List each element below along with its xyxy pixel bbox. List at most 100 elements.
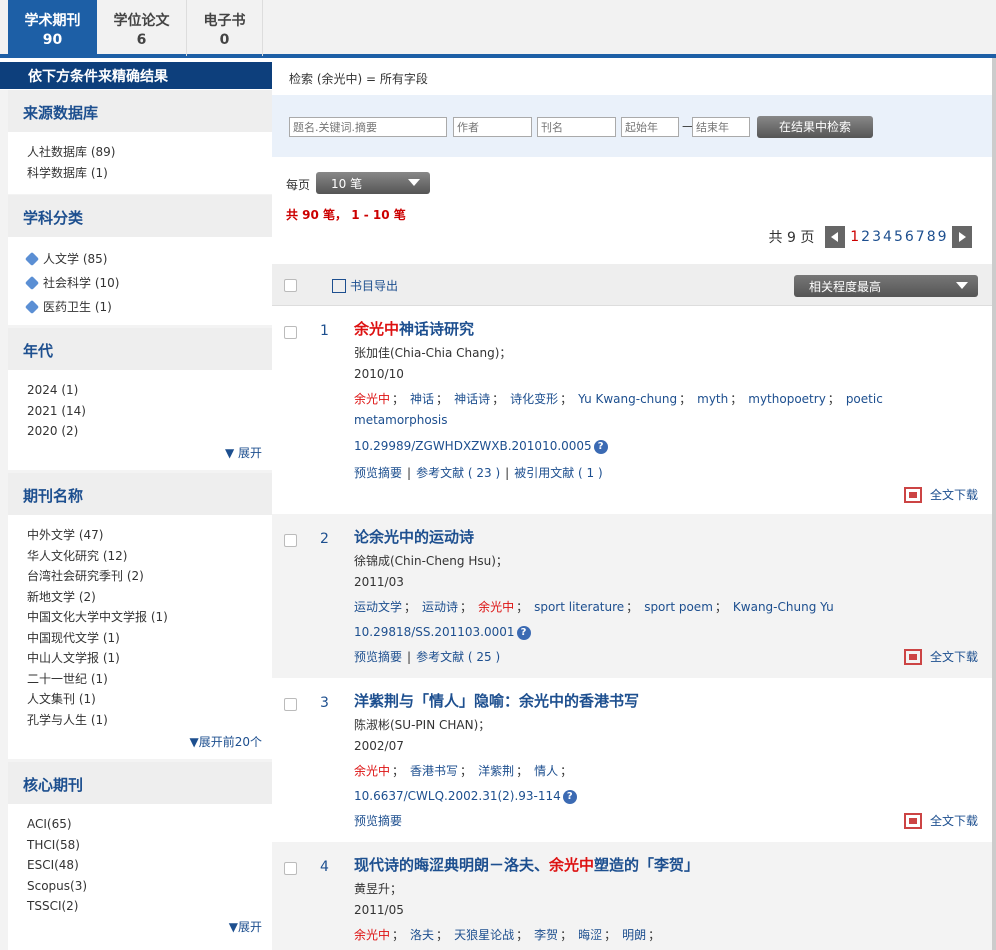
keyword-link[interactable]: 晦涩 <box>578 928 602 942</box>
tab-ebooks[interactable]: 电子书 0 <box>187 0 263 56</box>
keyword-link[interactable]: sport literature <box>534 600 624 614</box>
record-checkbox[interactable] <box>284 698 297 711</box>
record-checkbox[interactable] <box>284 534 297 547</box>
filter-item[interactable]: 科学数据库 (1) <box>27 163 272 184</box>
page-link[interactable]: 8 <box>927 229 936 245</box>
keyword-link[interactable]: poetic <box>846 392 883 406</box>
record-author[interactable]: 陈淑彬(SU-PIN CHAN)； <box>354 716 490 733</box>
page-link[interactable]: 5 <box>894 229 903 245</box>
filter-item[interactable]: ESCI(48) <box>27 855 272 876</box>
page-link[interactable]: 6 <box>905 229 914 245</box>
download-button[interactable]: 全文下载 <box>903 648 978 665</box>
filter-item[interactable]: 社会科学 (10) <box>24 273 272 297</box>
filter-item[interactable]: Scopus(3) <box>27 876 272 897</box>
keyword-link[interactable]: 神话 <box>410 392 434 406</box>
record-title[interactable]: 现代诗的晦涩典明朗－洛夫、余光中塑造的「李贺」 <box>354 854 699 875</box>
expand-link[interactable]: ▼展开前20个 <box>190 733 263 750</box>
record-title[interactable]: 洋紫荆与「情人」隐喻：余光中的香港书写 <box>354 690 639 711</box>
filter-item[interactable]: 二十一世纪 (1) <box>27 669 272 690</box>
page-link[interactable]: 9 <box>938 229 947 245</box>
references-link[interactable]: 参考文献 ( 25 ) <box>416 650 500 664</box>
keyword-link[interactable]: 李贺 <box>534 928 558 942</box>
keyword-link[interactable]: 余光中 <box>354 764 390 778</box>
keyword-link[interactable]: 余光中 <box>354 392 390 406</box>
keyword-link[interactable]: sport poem <box>644 600 713 614</box>
start-year-input[interactable] <box>621 117 679 137</box>
expand-link[interactable]: ▼ 展开 <box>225 444 262 461</box>
filter-item[interactable]: 2024 (1) <box>27 380 272 401</box>
per-page-select[interactable]: 10 笔 <box>316 172 430 194</box>
filter-item[interactable]: 人文学 (85) <box>24 249 272 273</box>
filter-item[interactable]: 台湾社会研究季刊 (2) <box>27 566 272 587</box>
record-title[interactable]: 论余光中的运动诗 <box>354 526 474 547</box>
keyword-link[interactable]: 洋紫荆 <box>478 764 514 778</box>
keyword-link[interactable]: 运动诗 <box>422 600 458 614</box>
select-all-checkbox[interactable] <box>284 279 297 292</box>
cited-by-link[interactable]: 被引用文献 ( 1 ) <box>514 466 602 480</box>
keyword-link[interactable]: 情人 <box>534 764 558 778</box>
filter-item[interactable]: 2021 (14) <box>27 401 272 422</box>
keyword-link[interactable]: 明朗 <box>622 928 646 942</box>
keyword-link[interactable]: 洛夫 <box>410 928 434 942</box>
end-year-input[interactable] <box>692 117 750 137</box>
tab-theses[interactable]: 学位论文 6 <box>97 0 187 56</box>
keyword-link[interactable]: Kwang-Chung Yu <box>733 600 834 614</box>
expand-link[interactable]: ▼展开 <box>229 918 262 935</box>
filter-item[interactable]: TSSCI(2) <box>27 896 272 917</box>
filter-item[interactable]: 中山人文学报 (1) <box>27 648 272 669</box>
keyword-link[interactable]: Yu Kwang-chung <box>578 392 677 406</box>
references-link[interactable]: 参考文献 ( 23 ) <box>416 466 500 480</box>
doi-link[interactable]: 10.29818/SS.201103.0001 <box>354 625 515 639</box>
filter-item[interactable]: 中外文学 (47) <box>27 525 272 546</box>
record-author[interactable]: 黄昱升； <box>354 880 402 897</box>
filter-item[interactable]: 2020 (2) <box>27 421 272 442</box>
filter-item[interactable]: 医药卫生 (1) <box>24 297 272 321</box>
page-link[interactable]: 3 <box>872 229 881 245</box>
help-icon[interactable]: ? <box>593 440 608 454</box>
page-link[interactable]: 4 <box>883 229 892 245</box>
download-button[interactable]: 全文下载 <box>903 812 978 829</box>
abstract-link[interactable]: 预览摘要 <box>354 650 402 664</box>
keyword-input[interactable] <box>289 117 447 137</box>
filter-item[interactable]: 中国现代文学 (1) <box>27 628 272 649</box>
sort-select[interactable]: 相关程度最高 <box>794 275 978 297</box>
page-link[interactable]: 7 <box>916 229 925 245</box>
tab-journals[interactable]: 学术期刊 90 <box>8 0 97 56</box>
help-icon[interactable]: ? <box>516 626 531 640</box>
filter-item[interactable]: 中国文化大学中文学报 (1) <box>27 607 272 628</box>
filter-item[interactable]: 新地文学 (2) <box>27 587 272 608</box>
keyword-link[interactable]: 运动文学 <box>354 600 402 614</box>
filter-item[interactable]: 华人文化研究 (12) <box>27 546 272 567</box>
page-link[interactable]: 2 <box>861 229 870 245</box>
record-checkbox[interactable] <box>284 862 297 875</box>
keyword-link[interactable]: 诗化变形 <box>510 392 558 406</box>
next-page-icon[interactable] <box>952 226 972 248</box>
keyword-link[interactable]: 余光中 <box>354 928 390 942</box>
filter-item[interactable]: 人社数据库 (89) <box>27 142 272 163</box>
author-input[interactable] <box>453 117 532 137</box>
filter-item[interactable]: ACI(65) <box>27 814 272 835</box>
keyword-link[interactable]: 天狼星论战 <box>454 928 514 942</box>
search-within-results-button[interactable]: 在结果中检索 <box>757 116 873 138</box>
keyword-link[interactable]: 神话诗 <box>454 392 490 406</box>
filter-item[interactable]: THCI(58) <box>27 835 272 856</box>
abstract-link[interactable]: 预览摘要 <box>354 466 402 480</box>
export-citations-button[interactable]: 书目导出 <box>332 277 398 294</box>
download-button[interactable]: 全文下载 <box>903 486 978 503</box>
record-author[interactable]: 徐锦成(Chin-Cheng Hsu)； <box>354 552 508 569</box>
page-link[interactable]: 1 <box>850 229 859 245</box>
keyword-link[interactable]: 香港书写 <box>410 764 458 778</box>
record-title[interactable]: 余光中神话诗研究 <box>354 318 474 339</box>
journal-input[interactable] <box>537 117 616 137</box>
doi-link[interactable]: 10.6637/CWLQ.2002.31(2).93-114 <box>354 789 561 803</box>
keyword-link[interactable]: 余光中 <box>478 600 514 614</box>
keyword-link[interactable]: mythopoetry <box>748 392 826 406</box>
help-icon[interactable]: ? <box>562 790 577 804</box>
prev-page-icon[interactable] <box>824 226 845 248</box>
abstract-link[interactable]: 预览摘要 <box>354 814 402 828</box>
filter-item[interactable]: 孔学与人生 (1) <box>27 710 272 731</box>
keyword-link[interactable]: myth <box>697 392 728 406</box>
record-checkbox[interactable] <box>284 326 297 339</box>
record-author[interactable]: 张加佳(Chia-Chia Chang)； <box>354 344 511 361</box>
filter-item[interactable]: 人文集刊 (1) <box>27 689 272 710</box>
